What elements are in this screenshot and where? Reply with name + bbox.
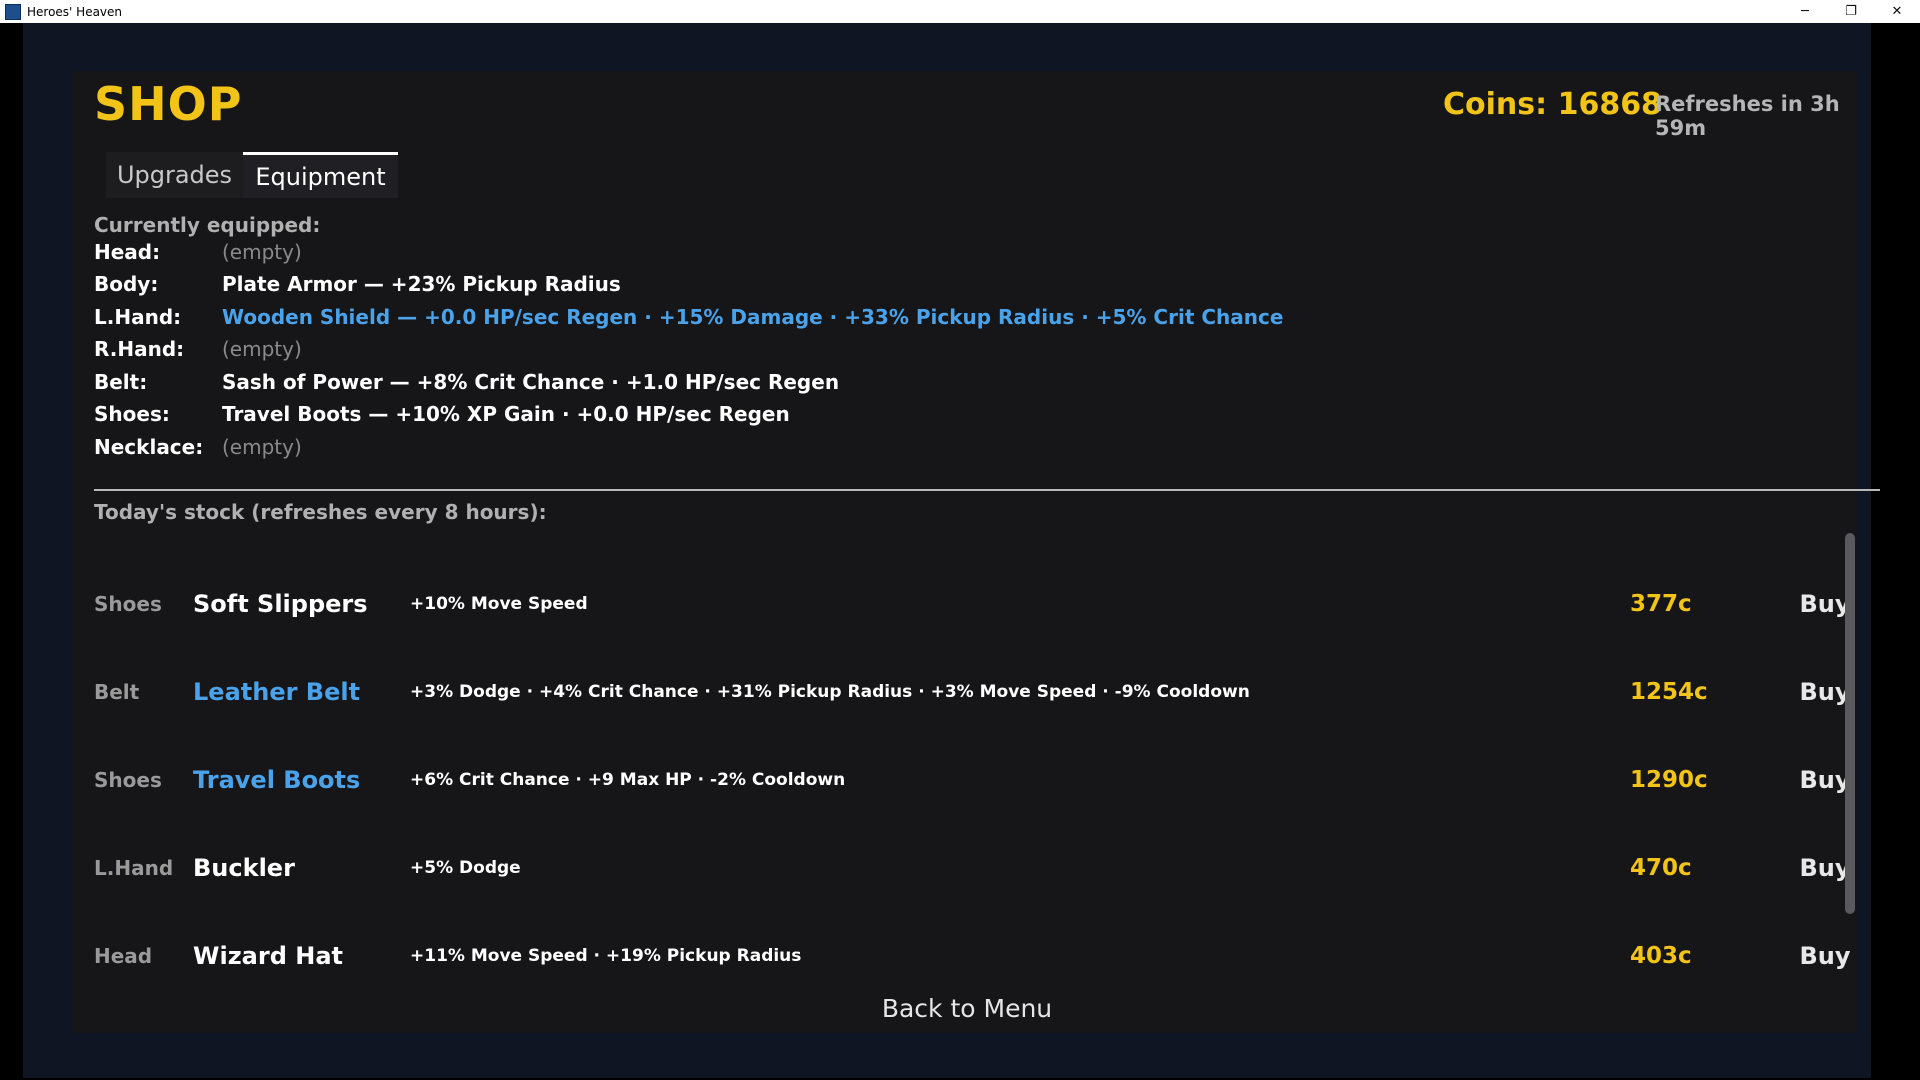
slot-label: L.Hand: xyxy=(94,305,182,329)
minimize-icon[interactable]: ─ xyxy=(1782,0,1828,23)
section-divider xyxy=(94,489,1880,491)
refresh-timer: Refreshes in 3h 59m xyxy=(1655,92,1840,140)
shop-panel: SHOP Coins: 16868 Refreshes in 3h 59m Up… xyxy=(71,71,1880,1033)
stock-item-stats: +5% Dodge xyxy=(410,858,521,878)
stock-item-price: 403c xyxy=(1630,943,1692,969)
stock-item-stats: +10% Move Speed xyxy=(410,594,588,614)
slot-value: (empty) xyxy=(222,435,302,459)
equip-slot-body: Body: Plate Armor — +23% Pickup Radius xyxy=(94,269,621,299)
equip-slot-belt: Belt: Sash of Power — +8% Crit Chance · … xyxy=(94,367,839,397)
equip-slot-lhand: L.Hand: Wooden Shield — +0.0 HP/sec Rege… xyxy=(94,302,1283,332)
stock-item: Shoes Travel Boots +6% Crit Chance · +9 … xyxy=(94,750,1864,810)
slot-label: R.Hand: xyxy=(94,337,185,361)
stock-item-price: 470c xyxy=(1630,855,1692,881)
shop-tabs: Upgrades Equipment xyxy=(106,152,398,198)
coins-counter: Coins: 16868 xyxy=(1443,87,1662,122)
stock-header: Today's stock (refreshes every 8 hours): xyxy=(94,500,547,524)
tab-equipment[interactable]: Equipment xyxy=(243,152,398,198)
stock-item-price: 1254c xyxy=(1630,679,1708,705)
stock-item-slot: Belt xyxy=(94,680,140,704)
stock-item: Head Wizard Hat +11% Move Speed · +19% P… xyxy=(94,926,1864,986)
slot-value: Plate Armor — +23% Pickup Radius xyxy=(222,272,621,296)
stock-item-price: 1290c xyxy=(1630,767,1708,793)
slot-value: (empty) xyxy=(222,240,302,264)
stock-item-name: Travel Boots xyxy=(193,766,361,794)
slot-value: Sash of Power — +8% Crit Chance · +1.0 H… xyxy=(222,370,840,394)
tab-upgrades[interactable]: Upgrades xyxy=(106,152,243,198)
back-to-menu-button[interactable]: Back to Menu xyxy=(837,989,1097,1029)
stock-item-slot: Head xyxy=(94,944,153,968)
buy-button[interactable]: Buy xyxy=(1788,942,1862,970)
page-title: SHOP xyxy=(94,77,243,131)
stock-item-name: Wizard Hat xyxy=(193,942,343,970)
stock-item: Belt Leather Belt +3% Dodge · +4% Crit C… xyxy=(94,662,1864,722)
close-icon[interactable]: ✕ xyxy=(1874,0,1920,23)
stock-scrollbar[interactable] xyxy=(1845,533,1855,914)
stock-item-stats: +3% Dodge · +4% Crit Chance · +31% Picku… xyxy=(410,682,1250,702)
window-title: Heroes' Heaven xyxy=(27,4,123,19)
stock-item-slot: Shoes xyxy=(94,768,162,792)
slot-label: Head: xyxy=(94,240,161,264)
equip-slot-head: Head: (empty) xyxy=(94,237,302,267)
window-titlebar: Heroes' Heaven ─ ❐ ✕ xyxy=(0,0,1920,23)
game-viewport: SHOP Coins: 16868 Refreshes in 3h 59m Up… xyxy=(23,23,1880,1078)
window-controls: ─ ❐ ✕ xyxy=(1782,0,1920,23)
slot-value: Wooden Shield — +0.0 HP/sec Regen · +15%… xyxy=(222,305,1284,329)
maximize-icon[interactable]: ❐ xyxy=(1828,0,1874,23)
stock-item-slot: Shoes xyxy=(94,592,162,616)
slot-value: (empty) xyxy=(222,337,302,361)
equip-slot-necklace: Necklace: (empty) xyxy=(94,432,302,462)
equipped-header: Currently equipped: xyxy=(94,213,321,237)
stock-item-name: Buckler xyxy=(193,854,295,882)
stock-item-name: Soft Slippers xyxy=(193,590,368,618)
slot-label: Belt: xyxy=(94,370,148,394)
stock-item-stats: +11% Move Speed · +19% Pickup Radius xyxy=(410,946,802,966)
stock-item-price: 377c xyxy=(1630,591,1692,617)
stock-item: L.Hand Buckler +5% Dodge 470c Buy xyxy=(94,838,1864,898)
equip-slot-shoes: Shoes: Travel Boots — +10% XP Gain · +0.… xyxy=(94,399,790,429)
slot-label: Shoes: xyxy=(94,402,170,426)
stock-item-name: Leather Belt xyxy=(193,678,361,706)
stock-item-stats: +6% Crit Chance · +9 Max HP · -2% Cooldo… xyxy=(410,770,846,790)
slot-label: Body: xyxy=(94,272,159,296)
equip-slot-rhand: R.Hand: (empty) xyxy=(94,334,302,364)
stock-item-slot: L.Hand xyxy=(94,856,174,880)
stock-item: Shoes Soft Slippers +10% Move Speed 377c… xyxy=(94,574,1864,634)
slot-value: Travel Boots — +10% XP Gain · +0.0 HP/se… xyxy=(222,402,790,426)
app-icon xyxy=(5,3,21,20)
slot-label: Necklace: xyxy=(94,435,204,459)
